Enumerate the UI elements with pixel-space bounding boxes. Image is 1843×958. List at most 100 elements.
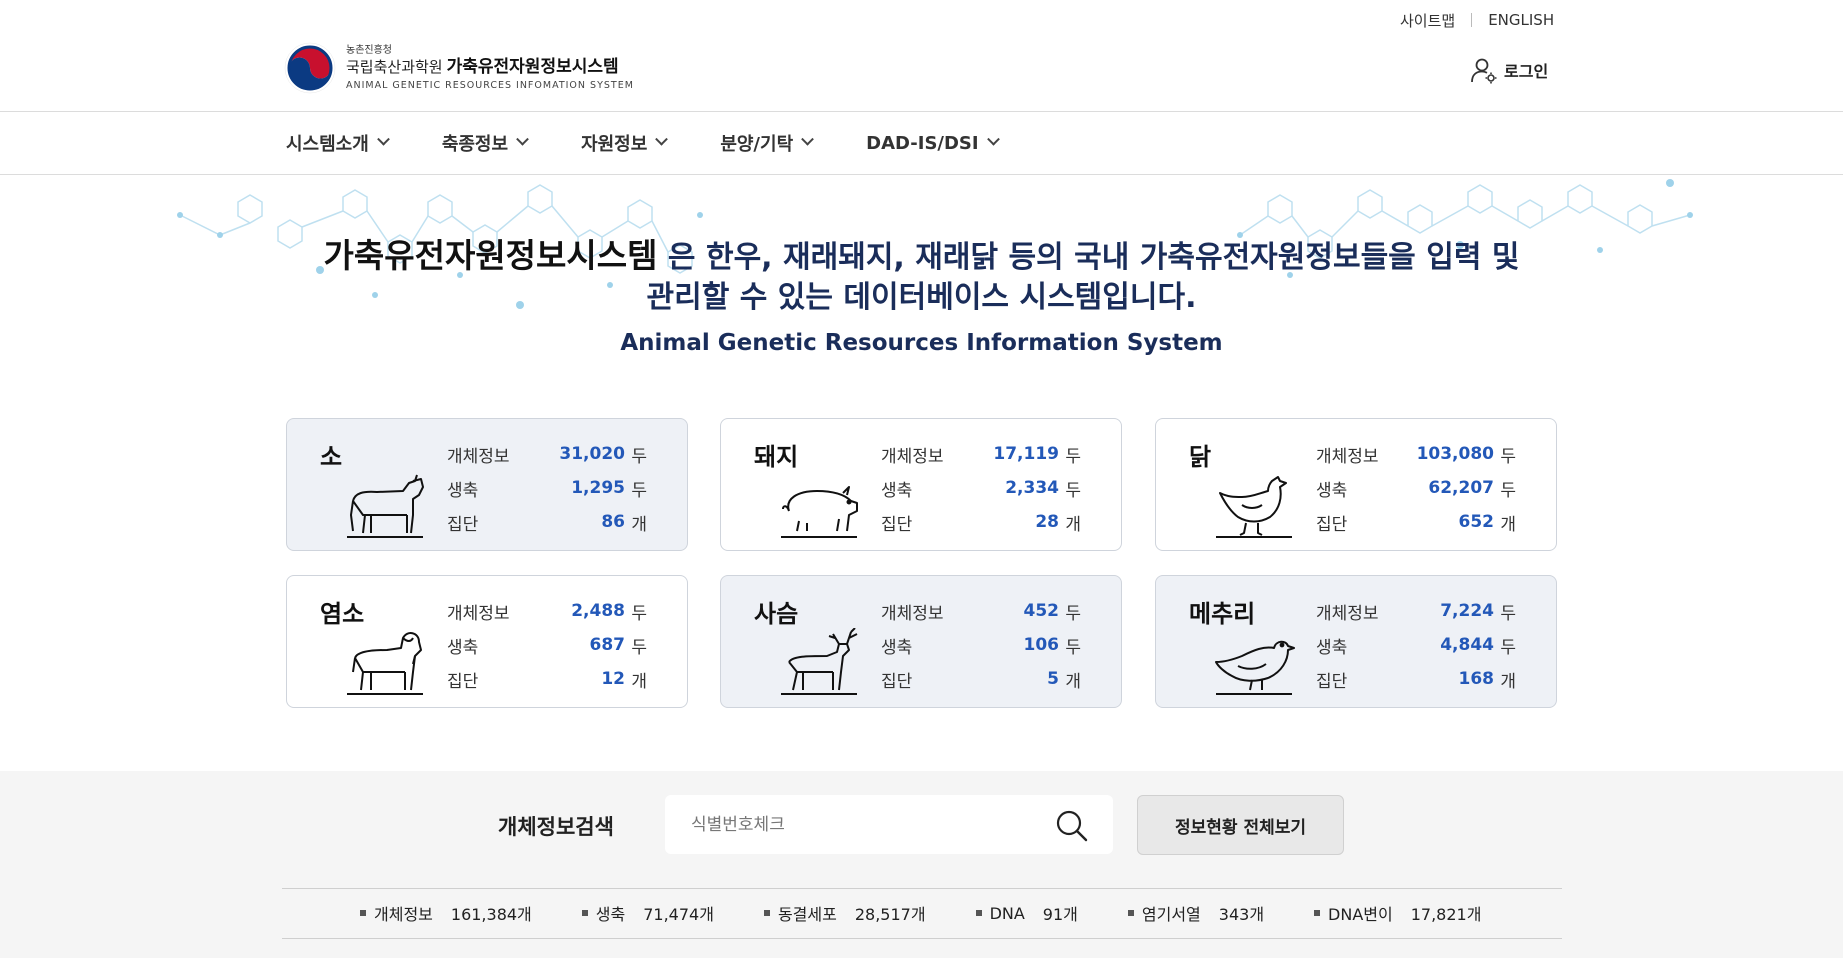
nav-item-species-info[interactable]: 축종정보: [442, 130, 529, 156]
stat-unit: 두: [1065, 446, 1081, 467]
summary-label: DNA변이: [1328, 905, 1393, 924]
hero-line-1: 가축유전자원정보시스템 은 한우, 재래돼지, 재래닭 등의 국내 가축유전자원…: [0, 236, 1843, 278]
summary-label: 염기서열: [1141, 905, 1201, 924]
stat-card-goat[interactable]: 염소 개체정보 2,488 두 생축 687 두 집단 12 개: [286, 575, 688, 708]
bullet-icon: [975, 910, 982, 916]
stat-label: 생축: [447, 637, 479, 658]
stat-value: 168: [1458, 669, 1495, 689]
card-title: 닭: [1189, 443, 1212, 471]
stat-label: 집단: [1316, 671, 1348, 692]
search-input[interactable]: [665, 795, 1045, 854]
stat-label: 개체정보: [447, 603, 510, 624]
stat-card-chicken[interactable]: 닭 개체정보 103,080 두 생축 62,207 두 집단 652 개: [1155, 418, 1557, 551]
login-button[interactable]: 로그인: [1470, 56, 1548, 84]
stat-row: 개체정보 17,119 두: [881, 437, 1081, 471]
stat-row: 개체정보 31,020 두: [447, 437, 647, 471]
nav-item-system-intro[interactable]: 시스템소개: [286, 130, 390, 156]
login-label: 로그인: [1504, 62, 1549, 81]
stat-label: 집단: [881, 514, 913, 535]
card-title: 염소: [320, 600, 365, 628]
summary-label: 생축: [595, 905, 626, 924]
logo-institute: 국립축산과학원: [346, 58, 443, 77]
stat-unit: 개: [1065, 514, 1081, 535]
card-stats: 개체정보 7,224 두 생축 4,844 두 집단 168 개: [1316, 594, 1516, 696]
chicken-icon: [1216, 476, 1292, 538]
stat-unit: 두: [631, 446, 647, 467]
stat-row: 개체정보 7,224 두: [1316, 594, 1516, 628]
summary-item: DNA 91개: [975, 901, 1078, 925]
stat-value: 62,207: [1428, 478, 1494, 498]
stat-label: 집단: [881, 671, 913, 692]
stat-value: 5: [1047, 669, 1059, 689]
card-stats: 개체정보 103,080 두 생축 62,207 두 집단 652 개: [1316, 437, 1516, 539]
cow-icon: [347, 474, 424, 538]
stat-value: 28: [1035, 512, 1059, 532]
bullet-icon: [763, 910, 770, 916]
chevron-down-icon: [516, 132, 529, 146]
stat-row: 개체정보 452 두: [881, 594, 1081, 628]
stat-card-pig[interactable]: 돼지 개체정보 17,119 두 생축 2,334 두 집단 28 개: [720, 418, 1122, 551]
bullet-icon: [1314, 910, 1321, 916]
card-stats: 개체정보 31,020 두 생축 1,295 두 집단 86 개: [447, 437, 647, 539]
stat-row: 생축 687 두: [447, 628, 647, 662]
english-link[interactable]: ENGLISH: [1488, 11, 1554, 29]
nav-label: 분양/기탁: [720, 134, 794, 155]
main-nav: 시스템소개 축종정보 자원정보 분양/기탁 DAD-IS/DSI: [286, 112, 1052, 174]
stat-row: 생축 4,844 두: [1316, 628, 1516, 662]
nav-item-resource-info[interactable]: 자원정보: [581, 130, 669, 156]
stat-label: 생축: [1316, 637, 1348, 658]
stat-unit: 두: [1500, 480, 1516, 501]
chevron-down-icon: [376, 132, 390, 146]
card-title: 메추리: [1189, 600, 1256, 628]
stat-label: 생축: [447, 480, 479, 501]
stat-unit: 두: [1500, 446, 1516, 467]
summary-value: 161,384개: [450, 905, 532, 924]
stat-value: 12: [601, 669, 625, 689]
deer-icon: [781, 628, 858, 695]
stat-label: 생축: [1316, 480, 1348, 501]
stat-row: 생축 62,207 두: [1316, 471, 1516, 505]
stat-card-quail[interactable]: 메추리 개체정보 7,224 두 생축 4,844 두 집단 168 개: [1155, 575, 1557, 708]
stat-unit: 개: [631, 671, 647, 692]
nav-item-distribution[interactable]: 분양/기탁: [720, 130, 815, 156]
divider: [1471, 13, 1473, 27]
sitemap-link[interactable]: 사이트맵: [1400, 10, 1455, 31]
summary-value: 17,821개: [1410, 905, 1482, 924]
stat-value: 106: [1023, 635, 1060, 655]
stat-unit: 두: [1500, 603, 1516, 624]
summary-value: 28,517개: [854, 905, 926, 924]
stat-unit: 두: [631, 603, 647, 624]
stat-label: 생축: [881, 480, 913, 501]
card-stats: 개체정보 17,119 두 생축 2,334 두 집단 28 개: [881, 437, 1081, 539]
stat-unit: 개: [631, 514, 647, 535]
stat-value: 86: [601, 512, 625, 532]
view-all-button[interactable]: 정보현황 전체보기: [1137, 795, 1344, 855]
stat-card-cattle[interactable]: 소 개체정보 31,020 두 생축 1,295 두 집단 86 개: [286, 418, 688, 551]
summary-label: 개체정보: [374, 905, 433, 924]
hero-system-name: 가축유전자원정보시스템: [323, 236, 658, 275]
goat-icon: [347, 632, 423, 695]
stat-value: 652: [1458, 512, 1495, 532]
site-logo[interactable]: 농촌진흥청 국립축산과학원 가축유전자원정보시스템 ANIMAL GENETIC …: [284, 42, 634, 94]
nav-item-dad-is[interactable]: DAD-IS/DSI: [866, 132, 1000, 154]
stat-value: 687: [589, 635, 626, 655]
stat-label: 생축: [881, 637, 913, 658]
stat-row: 개체정보 2,488 두: [447, 594, 647, 628]
stat-value: 2,334: [1005, 478, 1059, 498]
stat-label: 집단: [1316, 514, 1348, 535]
stat-row: 집단 652 개: [1316, 505, 1516, 539]
summary-item: 염기서열 343개: [1127, 901, 1264, 925]
stat-unit: 개: [1500, 671, 1516, 692]
taegeuk-logo-icon: [284, 42, 336, 94]
stat-card-deer[interactable]: 사슴 개체정보 452 두 생축 106 두 집단 5 개: [720, 575, 1122, 708]
search-icon[interactable]: [1055, 809, 1089, 843]
logo-system: 가축유전자원정보시스템: [446, 57, 619, 78]
chevron-down-icon: [801, 132, 815, 146]
divider: [282, 888, 1562, 889]
chevron-down-icon: [655, 132, 669, 146]
stat-unit: 개: [1500, 514, 1516, 535]
bullet-icon: [581, 910, 588, 916]
stat-row: 집단 28 개: [881, 505, 1081, 539]
nav-label: DAD-IS/DSI: [866, 132, 979, 154]
hero-line-1-text: 은 한우, 재래돼지, 재래닭 등의 국내 가축유전자원정보들을 입력 및: [657, 240, 1520, 275]
